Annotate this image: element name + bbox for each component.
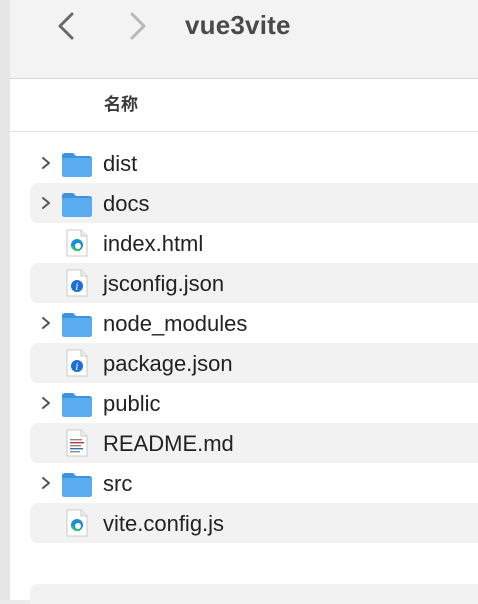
file-name: jsconfig.json [103,271,225,296]
svg-text:i: i [75,362,78,373]
chevron-right-icon [130,12,146,40]
sidebar-edge [0,0,10,600]
svg-text:i: i [75,282,78,293]
disclosure-chevron-icon[interactable] [40,476,52,490]
document-icon: i [66,349,88,377]
document-icon [66,229,88,257]
file-name: src [103,471,133,496]
window-title: vue3vite [185,10,291,40]
file-list: 名称 dist docs index.html i jsconfig.json node_… [10,79,478,604]
document-icon [66,429,88,457]
list-item[interactable]: node_modules [30,303,478,343]
file-name: index.html [103,231,204,256]
column-header-label: 名称 [104,95,138,114]
column-header-name[interactable]: 名称 [10,79,478,132]
list-item[interactable]: index.html [30,223,478,263]
document-icon [66,509,88,537]
folder-icon [62,153,92,177]
folder-icon [62,473,92,497]
list-item[interactable]: i jsconfig.json [30,263,478,303]
file-name: vite.config.js [103,511,225,536]
document-icon: i [66,269,88,297]
folder-icon [62,193,92,217]
folder-icon [62,393,92,417]
chevron-left-icon [58,12,74,40]
list-item[interactable]: README.md [30,423,478,463]
folder-icon [62,313,92,337]
list-item[interactable]: i package.json [30,343,478,383]
file-name: node_modules [103,311,248,336]
disclosure-chevron-icon[interactable] [40,396,52,410]
disclosure-chevron-icon[interactable] [40,196,52,210]
list-item[interactable]: docs [30,183,478,223]
file-name: dist [103,151,138,176]
file-name: README.md [103,431,234,456]
file-rows: dist docs index.html i jsconfig.json node_mod… [10,143,478,543]
file-name: docs [103,191,150,216]
list-item[interactable]: src [30,463,478,503]
list-item[interactable]: public [30,383,478,423]
disclosure-chevron-icon[interactable] [40,156,52,170]
disclosure-chevron-icon[interactable] [40,316,52,330]
list-item[interactable]: vite.config.js [30,503,478,543]
toolbar: vue3vite [10,0,478,79]
list-item[interactable]: dist [30,143,478,183]
forward-button[interactable] [122,10,154,42]
file-name: package.json [103,351,233,376]
empty-row [30,584,478,604]
back-button[interactable] [52,10,84,42]
file-name: public [103,391,161,416]
